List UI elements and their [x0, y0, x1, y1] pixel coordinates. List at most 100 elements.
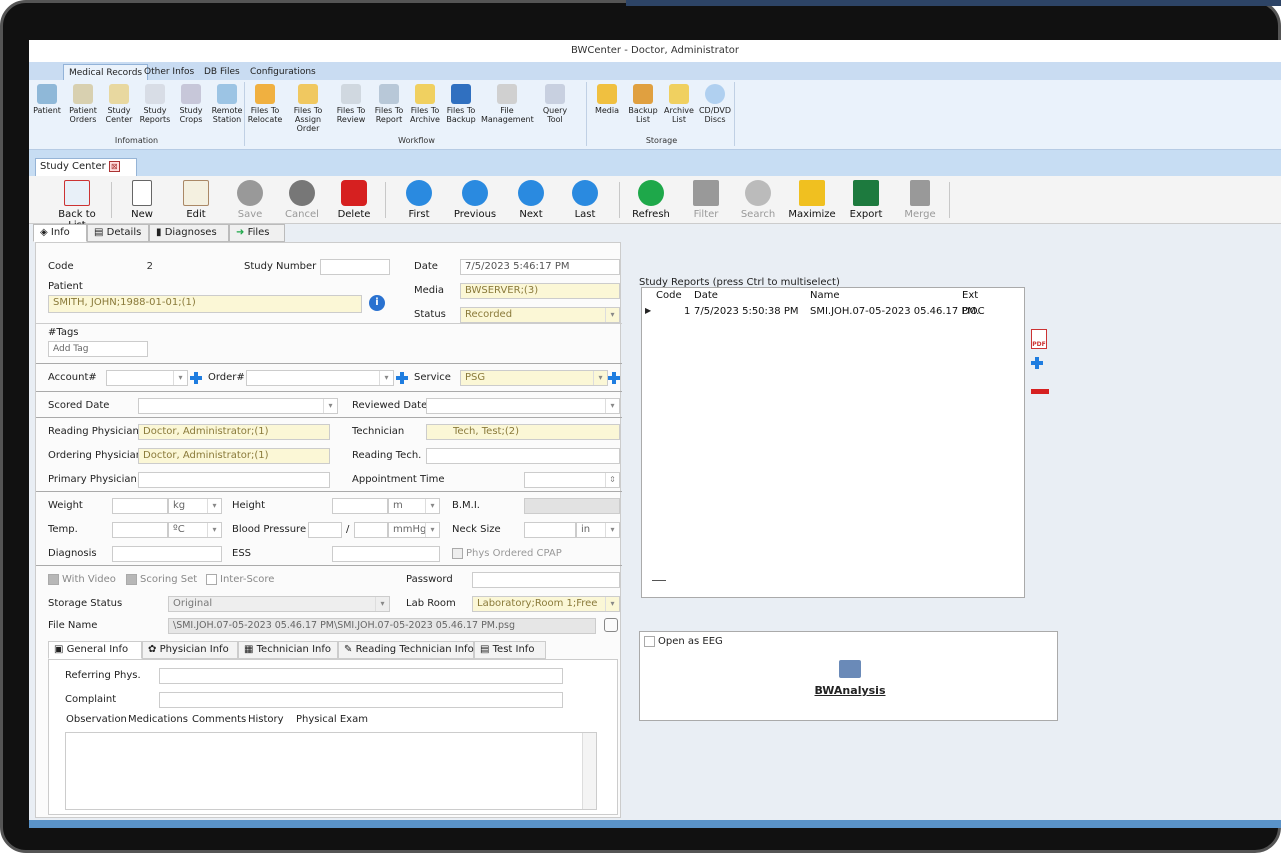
reviewed-date-field[interactable]: ▾ [426, 398, 620, 414]
table-row[interactable]: ▶ 1 7/5/2023 5:50:38 PM SMI.JOH.07-05-20… [642, 304, 1024, 320]
remove-report-icon[interactable] [1031, 389, 1049, 394]
ess-field[interactable] [332, 546, 440, 562]
column-date[interactable]: Date [694, 288, 718, 304]
service-select[interactable]: PSG ▾ [460, 370, 608, 386]
menu-tab-medical-records[interactable]: Medical Records [63, 64, 149, 80]
technician-field[interactable]: Tech, Test;(2) [426, 424, 620, 440]
status-select[interactable]: Recorded ▾ [460, 307, 620, 323]
add-account-icon[interactable] [190, 372, 202, 384]
scored-date-field[interactable]: ▾ [138, 398, 338, 414]
reading-tech-field[interactable] [426, 448, 620, 464]
new-button[interactable]: New [117, 178, 167, 222]
ribbon-study-reports-button[interactable]: Study Reports [137, 84, 173, 124]
ribbon-media-button[interactable]: Media [589, 84, 625, 115]
tab-medications[interactable]: Medications [123, 712, 188, 730]
ribbon-study-center-button[interactable]: Study Center [101, 84, 137, 124]
last-button[interactable]: Last [559, 178, 611, 222]
height-unit-select[interactable]: m ▾ [388, 498, 440, 514]
add-service-icon[interactable] [608, 372, 620, 384]
menu-tab-other-infos[interactable]: Other Infos [139, 64, 199, 80]
ribbon-files-to-report-button[interactable]: Files To Report [371, 84, 407, 124]
tab-history[interactable]: History [243, 712, 291, 730]
ordering-physician-field[interactable]: Doctor, Administrator;(1) [138, 448, 330, 464]
account-select[interactable]: ▾ [106, 370, 188, 386]
storage-status-select[interactable]: Original ▾ [168, 596, 390, 612]
ribbon-remote-station-button[interactable]: Remote Station [209, 84, 245, 124]
first-button[interactable]: First [393, 178, 445, 222]
previous-button[interactable]: Previous [449, 178, 501, 222]
ribbon-files-to-relocate-button[interactable]: Files To Relocate [247, 84, 283, 124]
ribbon-archive-list-button[interactable]: Archive List [661, 84, 697, 124]
edit-button[interactable]: Edit [171, 178, 221, 222]
ribbon-patient-orders-button[interactable]: Patient Orders [65, 84, 101, 124]
scrollbar[interactable] [582, 733, 596, 809]
ribbon-study-crops-button[interactable]: Study Crops [173, 84, 209, 124]
appointment-time-field[interactable]: ⇕ [524, 472, 620, 488]
scoring-set-checkbox[interactable] [126, 574, 137, 585]
neck-unit-select[interactable]: in ▾ [576, 522, 620, 538]
menu-tab-configurations[interactable]: Configurations [245, 64, 321, 80]
code-field[interactable]: 2 [88, 259, 158, 275]
back-to-list-button[interactable]: Back to List [49, 178, 105, 231]
column-ext[interactable]: Ext [962, 288, 978, 304]
password-field[interactable] [472, 572, 620, 588]
tab-diagnoses[interactable]: ▮ Diagnoses [149, 224, 229, 242]
add-order-icon[interactable] [396, 372, 408, 384]
reading-physician-field[interactable]: Doctor, Administrator;(1) [138, 424, 330, 440]
menu-tab-db-files[interactable]: DB Files [199, 64, 245, 80]
next-button[interactable]: Next [505, 178, 557, 222]
tab-observation[interactable]: Observation [61, 712, 127, 730]
primary-physician-field[interactable] [138, 472, 330, 488]
merge-button[interactable]: Merge [895, 178, 945, 222]
add-report-icon[interactable] [1031, 357, 1049, 375]
tab-info[interactable]: ◈ Info [33, 224, 87, 242]
ribbon-files-to-backup-button[interactable]: Files To Backup [443, 84, 479, 124]
tab-comments[interactable]: Comments [187, 712, 246, 730]
bwanalysis-button[interactable]: BWAnalysis [800, 660, 900, 710]
search-button[interactable]: Search [733, 178, 783, 222]
doc-tab-study-center[interactable]: Study Center ⊠ [35, 158, 137, 176]
open-as-eeg-checkbox[interactable] [644, 636, 655, 647]
column-name[interactable]: Name [810, 288, 840, 304]
refresh-button[interactable]: Refresh [625, 178, 677, 222]
patient-field[interactable]: SMITH, JOHN;1988-01-01;(1) [48, 295, 362, 313]
delete-button[interactable]: Delete [329, 178, 379, 222]
neck-size-field[interactable] [524, 522, 576, 538]
pdf-icon[interactable]: PDF [1031, 329, 1047, 349]
diagnosis-field[interactable] [112, 546, 222, 562]
ribbon-patient-button[interactable]: Patient [29, 84, 65, 115]
bp-diastolic-field[interactable] [354, 522, 388, 538]
tab-general-info[interactable]: ▣ General Info [48, 641, 142, 659]
ribbon-query-tool-button[interactable]: Query Tool [537, 84, 573, 124]
order-select[interactable]: ▾ [246, 370, 394, 386]
ribbon-files-to-review-button[interactable]: Files To Review [333, 84, 369, 124]
ribbon-files-to-assign-order-button[interactable]: Files To Assign Order [285, 84, 331, 133]
tab-files[interactable]: ➜ Files [229, 224, 285, 242]
inter-score-checkbox[interactable] [206, 574, 217, 585]
phys-cpap-checkbox[interactable] [452, 548, 463, 559]
referring-phys-field[interactable] [159, 668, 563, 684]
spinner-icon[interactable]: ⇕ [605, 473, 619, 487]
maximize-button[interactable]: Maximize [785, 178, 839, 222]
cancel-button[interactable]: Cancel [277, 178, 327, 222]
save-button[interactable]: Save [225, 178, 275, 222]
tab-details[interactable]: ▤ Details [87, 224, 149, 242]
tab-technician-info[interactable]: ▦ Technician Info [238, 641, 338, 659]
ribbon-cd-dvd-discs-button[interactable]: CD/DVD Discs [697, 84, 733, 124]
column-code[interactable]: Code [656, 288, 682, 304]
info-icon[interactable]: i [369, 295, 385, 311]
browse-icon[interactable] [604, 618, 618, 632]
add-tag-input[interactable]: Add Tag [48, 341, 148, 357]
ribbon-file-management-button[interactable]: File Management [481, 84, 534, 124]
export-button[interactable]: Export [841, 178, 891, 222]
with-video-checkbox[interactable] [48, 574, 59, 585]
temp-field[interactable] [112, 522, 168, 538]
tab-physical-exam[interactable]: Physical Exam [291, 712, 368, 730]
study-number-field[interactable] [320, 259, 390, 275]
tab-physician-info[interactable]: ✿ Physician Info [142, 641, 238, 659]
bp-systolic-field[interactable] [308, 522, 342, 538]
ribbon-files-to-archive-button[interactable]: Files To Archive [407, 84, 443, 124]
observation-textarea[interactable] [65, 732, 597, 810]
calendar-icon[interactable]: ▾ [605, 399, 619, 413]
calendar-icon[interactable]: ▾ [323, 399, 337, 413]
